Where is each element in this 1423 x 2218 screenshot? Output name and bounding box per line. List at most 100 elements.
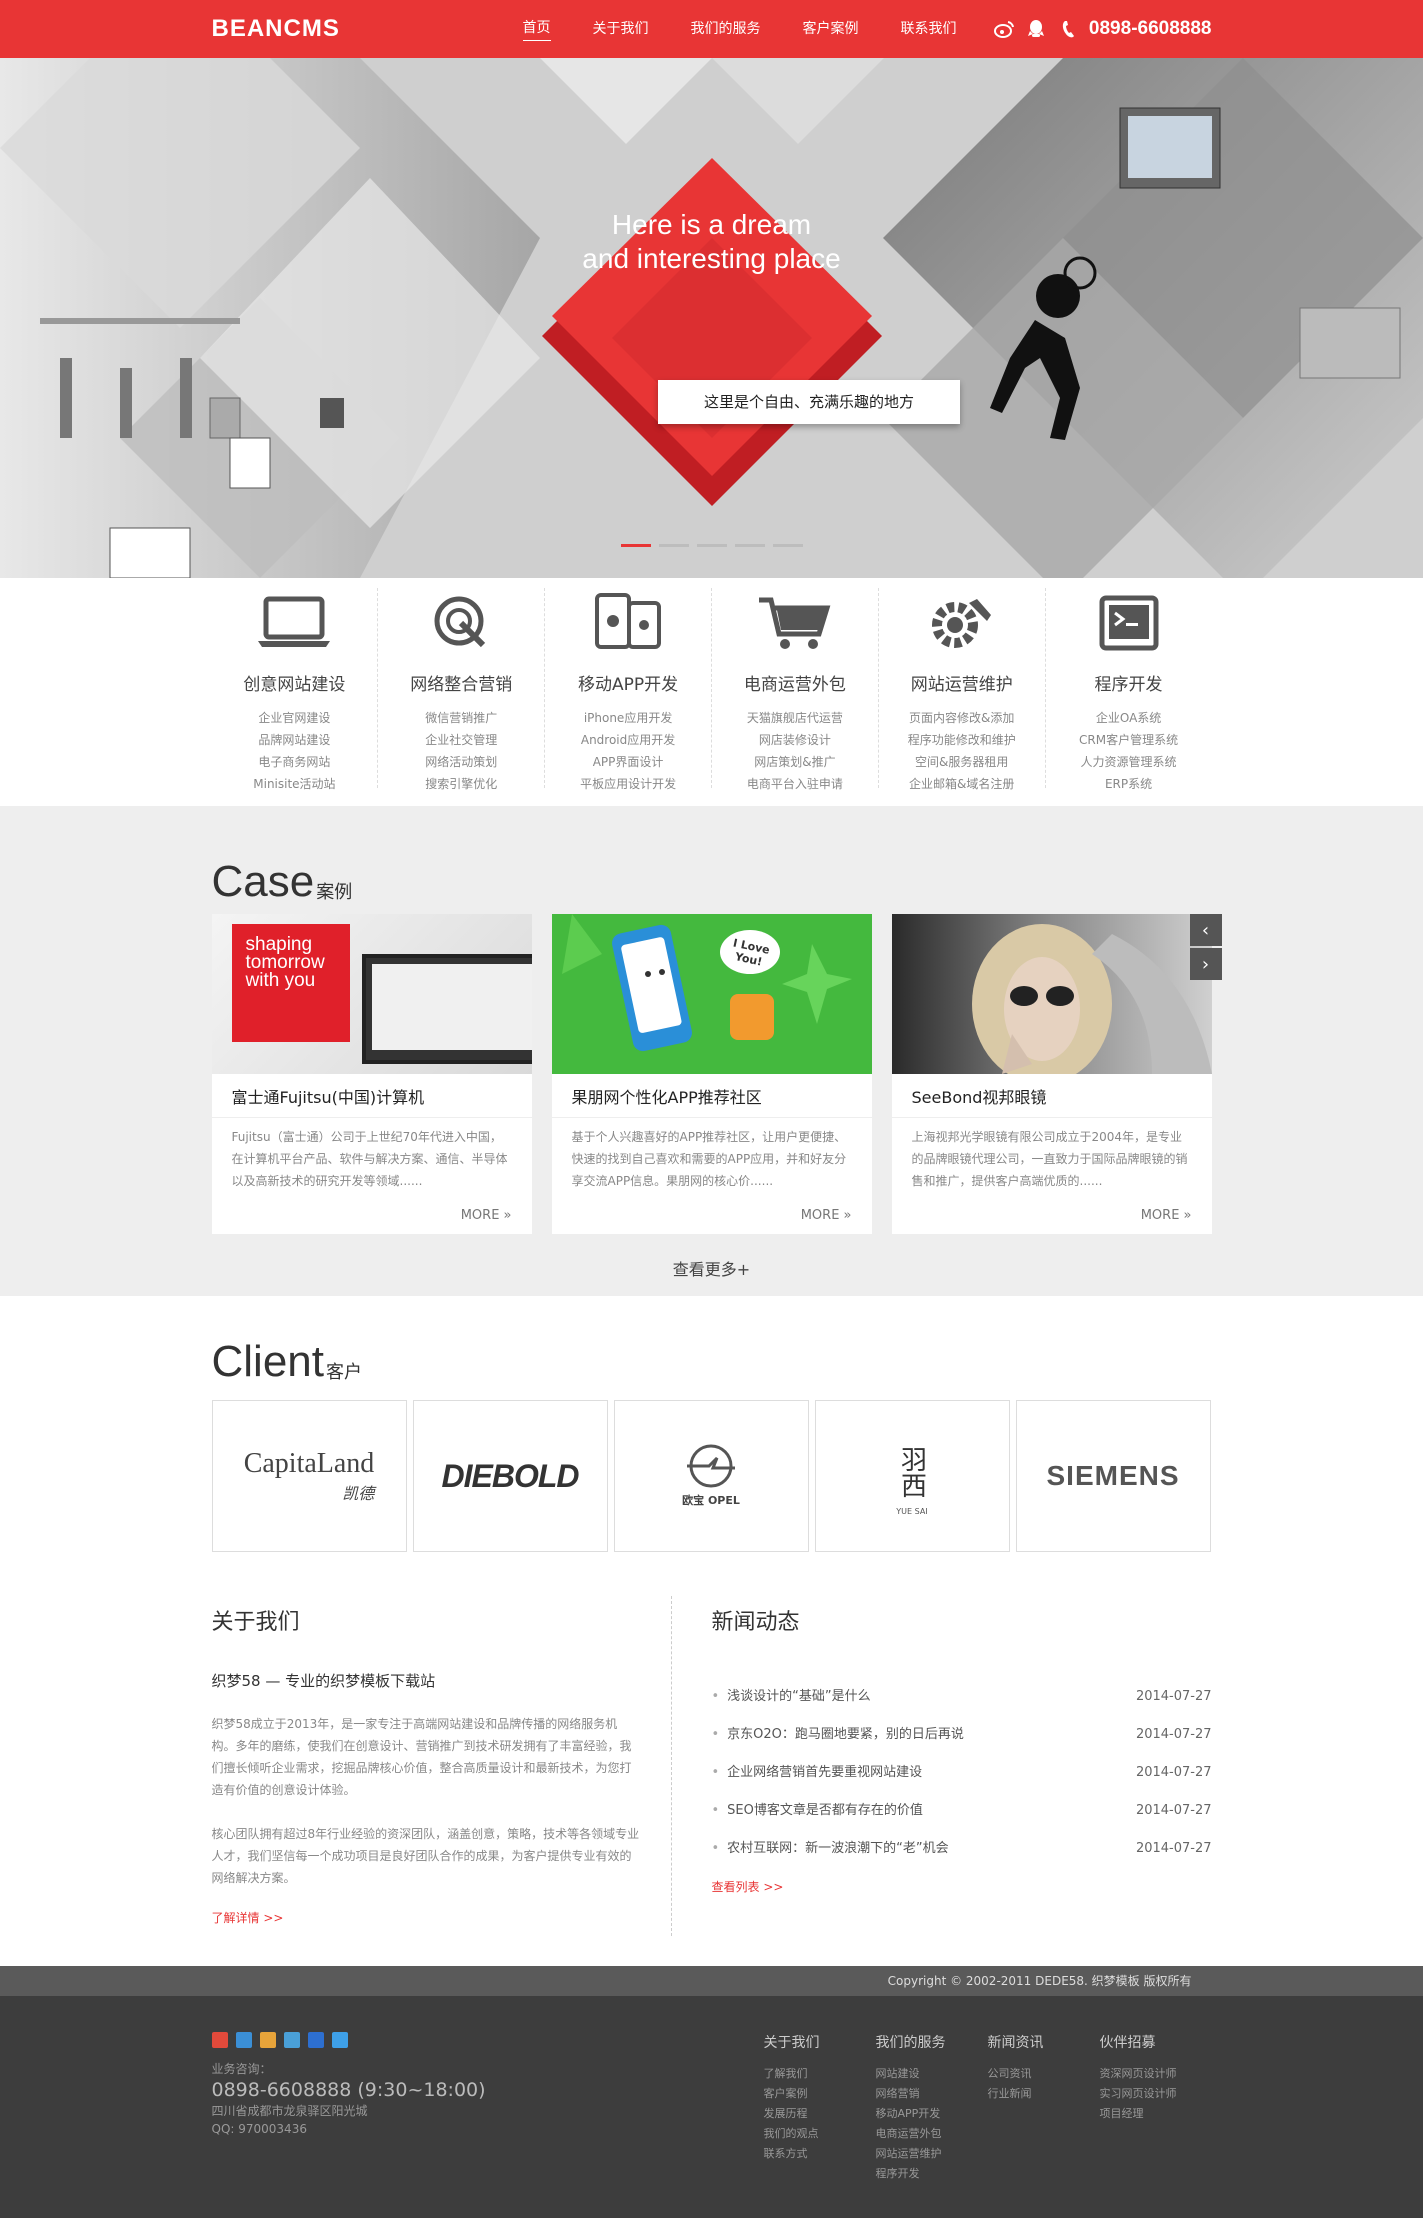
case-card[interactable]: SeeBond视邦眼镜 上海视邦光学眼镜有限公司成立于2004年，是专业的品牌眼…: [891, 914, 1212, 1234]
site-footer: 业务咨询： 0898-6608888 (9:30~18:00) 四川省成都市龙泉…: [0, 1996, 1423, 2218]
site-logo[interactable]: BEANCMS: [212, 15, 392, 43]
client-title-en: Client: [211, 1337, 325, 1386]
footer-link[interactable]: 电商运营外包: [876, 2124, 988, 2144]
news-item-date: 2014-07-27: [1135, 1841, 1212, 1856]
target-search-icon: [378, 588, 544, 658]
slider-dot-2[interactable]: [658, 544, 689, 547]
service-title: 网络整合营销: [410, 675, 513, 695]
news-item[interactable]: 企业网络营销首先要重视网站建设 2014-07-27: [712, 1754, 1211, 1792]
about-more-link[interactable]: 了解详情 >>: [212, 1909, 284, 1926]
about-subtitle: 织梦58 — 专业的织梦模板下载站: [211, 1672, 436, 1690]
case-card[interactable]: I Love You! 果朋网个性化APP推荐社区 基于个人兴趣喜好的APP推荐…: [551, 914, 872, 1234]
news-item[interactable]: SEO博客文章是否都有存在的价值 2014-07-27: [712, 1792, 1212, 1830]
footer-link[interactable]: 网站运营维护: [876, 2144, 988, 2164]
news-item-date: 2014-07-27: [1135, 1803, 1212, 1818]
service-item: 网店策划&推广: [754, 755, 836, 769]
footer-link[interactable]: 移动APP开发: [876, 2104, 988, 2124]
case-more-link[interactable]: MORE »: [552, 1208, 872, 1223]
case-card[interactable]: shaping tomorrow with you 富士通Fujitsu(中国)…: [211, 914, 532, 1234]
footer-link[interactable]: 程序开发: [876, 2164, 988, 2184]
client-logo-capitaland[interactable]: CapitaLand 凯德: [211, 1400, 407, 1552]
news-item[interactable]: 浅谈设计的“基础”是什么 2014-07-27: [712, 1678, 1212, 1716]
footer-link[interactable]: 了解我们: [764, 2064, 876, 2084]
share-renren-icon[interactable]: [283, 2032, 300, 2048]
footer-link[interactable]: 项目经理: [1100, 2104, 1212, 2124]
client-logos: CapitaLand 凯德 DIEBOLD 欧宝 OPEL 羽西 YUE SAI: [211, 1400, 1212, 1552]
footer-col-title: 关于我们: [763, 2035, 820, 2051]
footer-link[interactable]: 网络营销: [876, 2084, 988, 2104]
nav-services[interactable]: 我们的服务: [691, 18, 761, 41]
footer-link[interactable]: 客户案例: [764, 2084, 876, 2104]
service-item: 平板应用设计开发: [580, 777, 677, 791]
case-image-seebond: [891, 914, 1212, 1074]
footer-link[interactable]: 发展历程: [764, 2104, 876, 2124]
case-desc: Fujitsu（富士通）公司于上世纪70年代进入中国，在计算机平台产品、软件与解…: [231, 1130, 508, 1188]
case-desc: 基于个人兴趣喜好的APP推荐社区，让用户更便捷、快速的找到自己喜欢和需要的APP…: [571, 1130, 847, 1188]
service-programming[interactable]: 程序开发 企业OA系统 CRM客户管理系统 人力资源管理系统 ERP系统: [1046, 588, 1212, 791]
news-list-link[interactable]: 查看列表 >>: [712, 1878, 784, 1895]
share-qzone-icon[interactable]: [259, 2032, 276, 2048]
news-item[interactable]: 京东O2O：跑马圈地要紧，别的日后再说 2014-07-27: [712, 1716, 1212, 1754]
nav-contact[interactable]: 联系我们: [901, 18, 957, 41]
top-header: BEANCMS 首页 关于我们 我们的服务 客户案例 联系我们 0898-660…: [0, 0, 1423, 58]
case-more-link[interactable]: MORE »: [212, 1208, 532, 1223]
service-web-build[interactable]: 创意网站建设 企业官网建设 品牌网站建设 电子商务网站 Minisite活动站: [212, 588, 379, 791]
slider-dot-4[interactable]: [734, 544, 765, 547]
news-item-title: SEO博客文章是否都有存在的价值: [712, 1792, 923, 1830]
client-heading: Client 客户: [212, 1296, 1212, 1386]
client-logo-yuesai[interactable]: 羽西 YUE SAI: [814, 1400, 1010, 1552]
news-item-title: 浅谈设计的“基础”是什么: [712, 1678, 870, 1716]
footer-link[interactable]: 网站建设: [876, 2064, 988, 2084]
service-item: 品牌网站建设: [258, 733, 331, 747]
nav-cases[interactable]: 客户案例: [803, 18, 859, 41]
nav-about[interactable]: 关于我们: [593, 18, 649, 41]
client-logo-siemens[interactable]: SIEMENS: [1015, 1400, 1211, 1552]
qq-icon[interactable]: [1025, 18, 1047, 40]
news-item[interactable]: 农村互联网：新一波浪潮下的“老”机会 2014-07-27: [712, 1830, 1212, 1868]
footer-link[interactable]: 实习网页设计师: [1100, 2084, 1212, 2104]
banner-headline-line1: Here is a dream: [611, 209, 812, 240]
capitaland-wordmark: CapitaLand: [243, 1448, 375, 1479]
service-ecommerce[interactable]: 电商运营外包 天猫旗舰店代运营 网店装修设计 网店策划&推广 电商平台入驻申请: [712, 588, 879, 791]
case-next-button[interactable]: ›: [1189, 948, 1222, 980]
footer-col-news: 新闻资讯 公司资讯 行业新闻: [988, 2032, 1100, 2184]
service-marketing[interactable]: 网络整合营销 微信营销推广 企业社交管理 网络活动策划 搜索引擎优化: [378, 588, 546, 791]
header-phone[interactable]: 0898-6608888: [1089, 18, 1212, 40]
footer-link[interactable]: 行业新闻: [988, 2084, 1100, 2104]
client-logo-opel[interactable]: 欧宝 OPEL: [613, 1400, 809, 1552]
slider-dot-3[interactable]: [696, 544, 727, 547]
share-weibo-icon[interactable]: [211, 2032, 228, 2048]
service-item: 微信营销推广: [425, 711, 498, 725]
client-logo-diebold[interactable]: DIEBOLD: [412, 1400, 608, 1552]
footer-link[interactable]: 公司资讯: [988, 2064, 1100, 2084]
case-desc: 上海视邦光学眼镜有限公司成立于2004年，是专业的品牌眼镜代理公司，一直致力于国…: [911, 1130, 1188, 1188]
case-image-guopeng: I Love You!: [551, 914, 872, 1074]
share-baidu-icon[interactable]: [307, 2032, 324, 2048]
footer-contact-block: 业务咨询： 0898-6608888 (9:30~18:00) 四川省成都市龙泉…: [211, 2032, 744, 2184]
footer-col-recruit: 伙伴招募 资深网页设计师 实习网页设计师 项目经理: [1100, 2032, 1212, 2184]
share-more-icon[interactable]: [331, 2032, 348, 2048]
share-tencent-icon[interactable]: [235, 2032, 252, 2048]
about-paragraph-2: 核心团队拥有超过8年行业经验的资深团队，涵盖创意，策略，技术等各领域专业人才，我…: [211, 1827, 640, 1885]
service-mobile-app[interactable]: 移动APP开发 iPhone应用开发 Android应用开发 APP界面设计 平…: [545, 588, 712, 791]
case-more-link[interactable]: MORE »: [892, 1208, 1212, 1223]
case-title: 富士通Fujitsu(中国)计算机: [211, 1074, 532, 1118]
service-item: 企业官网建设: [258, 711, 331, 725]
case-image-fujitsu: shaping tomorrow with you: [211, 914, 532, 1074]
footer-link[interactable]: 资深网页设计师: [1100, 2064, 1212, 2084]
slider-dot-5[interactable]: [772, 544, 803, 547]
weibo-icon[interactable]: [993, 18, 1015, 40]
case-view-more[interactable]: 查看更多+: [212, 1256, 1212, 1280]
service-item: CRM客户管理系统: [1079, 733, 1179, 747]
case-prev-button[interactable]: ‹: [1189, 914, 1222, 946]
opel-wordmark: 欧宝 OPEL: [682, 1494, 740, 1507]
news-item-date: 2014-07-27: [1135, 1689, 1212, 1704]
nav-home[interactable]: 首页: [522, 17, 551, 41]
footer-link[interactable]: 联系方式: [764, 2144, 876, 2164]
terminal-icon: [1046, 588, 1212, 658]
slider-dots: [0, 544, 1423, 547]
slider-dot-1[interactable]: [620, 544, 651, 547]
news-item-date: 2014-07-27: [1135, 1727, 1212, 1742]
service-maintenance[interactable]: 网站运营维护 页面内容修改&添加 程序功能修改和维护 空间&服务器租用 企业邮箱…: [879, 588, 1046, 791]
footer-link[interactable]: 我们的观点: [764, 2124, 876, 2144]
